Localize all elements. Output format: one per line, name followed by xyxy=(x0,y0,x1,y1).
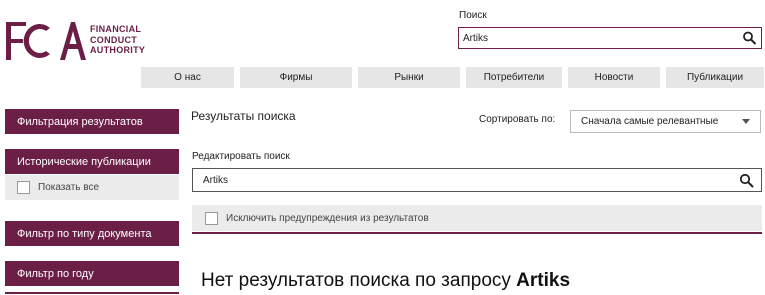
filter-year-button[interactable]: Фильтр по году xyxy=(5,261,179,286)
chevron-down-icon xyxy=(742,119,750,124)
nav-item-news[interactable]: Новости xyxy=(568,67,660,88)
no-results-message: Нет результатов поиска по запросу Artiks xyxy=(201,270,570,292)
nav-item-firms[interactable]: Фирмы xyxy=(240,67,352,88)
nav-item-markets[interactable]: Рынки xyxy=(358,67,460,88)
header-search-label: Поиск xyxy=(459,10,487,21)
nav-item-consumers[interactable]: Потребители xyxy=(466,67,562,88)
sidebar-divider xyxy=(5,292,179,294)
no-results-query: Artiks xyxy=(516,270,571,291)
exclude-warnings-checkbox[interactable] xyxy=(205,211,218,225)
filter-doc-type-button[interactable]: Фильтр по типу документа xyxy=(5,221,179,246)
header-search-input[interactable] xyxy=(459,28,729,49)
header-search-box xyxy=(458,27,762,49)
edit-search-input[interactable] xyxy=(193,169,723,191)
nav-item-about[interactable]: О нас xyxy=(141,67,234,88)
show-all-label: Показать все xyxy=(38,182,100,193)
sort-label: Сортировать по: xyxy=(479,114,556,125)
logo-line-3: AUTHORITY xyxy=(90,45,146,55)
show-all-checkbox[interactable] xyxy=(17,181,30,194)
search-icon[interactable] xyxy=(739,173,755,188)
exclude-warnings-label: Исключить предупреждения из результатов xyxy=(226,212,429,224)
sort-select[interactable]: Сначала самые релевантные xyxy=(570,110,761,133)
historical-publications-button[interactable]: Исторические публикации xyxy=(5,149,179,174)
exclude-warnings-row[interactable]: Исключить предупреждения из результатов xyxy=(192,205,762,231)
show-all-row[interactable]: Показать все xyxy=(5,175,179,200)
sort-select-value: Сначала самые релевантные xyxy=(581,116,719,127)
edit-search-box xyxy=(192,168,762,192)
nav-item-publications[interactable]: Публикации xyxy=(666,67,764,88)
main-nav: О нас Фирмы Рынки Потребители Новости Пу… xyxy=(141,67,764,88)
results-title: Результаты поиска xyxy=(191,109,296,123)
fca-logo-mark xyxy=(6,22,86,60)
logo-line-1: FINANCIAL xyxy=(90,24,142,34)
search-icon[interactable] xyxy=(742,31,758,45)
logo-line-2: CONDUCT xyxy=(90,34,138,45)
edit-search-label: Редактировать поиск xyxy=(192,151,290,162)
no-results-text: Нет результатов поиска по запросу xyxy=(201,270,511,291)
main-divider xyxy=(192,232,762,234)
fca-logo[interactable]: FINANCIAL CONDUCT AUTHORITY xyxy=(4,20,164,70)
logo-wordmark: FINANCIAL CONDUCT AUTHORITY xyxy=(90,24,145,56)
filter-results-button[interactable]: Фильтрация результатов xyxy=(5,109,179,134)
